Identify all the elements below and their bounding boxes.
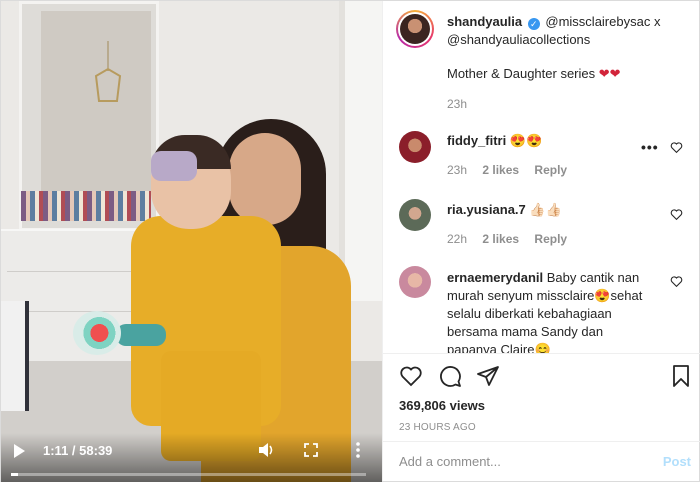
caption: shandyaulia ✓ @missclairebysac x @shandy… (447, 13, 687, 49)
caption-mention-2[interactable]: @shandyauliacollections (447, 32, 590, 47)
comment-3-username[interactable]: ernaemerydanil (447, 270, 543, 285)
caption-mention-1[interactable]: @missclairebysac x (545, 14, 660, 29)
like-comment-heart-icon[interactable] (670, 141, 683, 154)
comment-1-meta: 23h 2 likes Reply (447, 163, 700, 177)
comment-2-meta: 22h 2 likes Reply (447, 232, 700, 246)
comment-3-line1: Baby cantik nan (546, 270, 640, 285)
post-actions: 369,806 views 23 HOURS AGO (383, 353, 700, 443)
comment-icon[interactable] (438, 364, 462, 388)
like-comment-heart-icon[interactable] (670, 208, 683, 221)
video-scene-books (21, 191, 151, 221)
comment-3-line4: bersama mama Sandy dan (447, 324, 604, 339)
comment-1: fiddy_fitri 😍😍 (447, 132, 637, 150)
share-icon[interactable] (476, 364, 500, 388)
video-player[interactable]: 1:11 / 58:39 (1, 1, 382, 482)
post-comments-area[interactable]: shandyaulia ✓ @missclairebysac x @shandy… (383, 1, 700, 353)
comment-2-reply[interactable]: Reply (534, 232, 567, 246)
comment-avatar[interactable] (399, 266, 431, 298)
like-comment-heart-icon[interactable] (670, 275, 683, 288)
video-scene-chandelier (94, 41, 122, 102)
comment-input[interactable]: Add a comment... (399, 454, 501, 469)
comment-3-line3: selalu diberkati kebahagiaan (447, 306, 612, 321)
comment-3: ernaemerydanil Baby cantik nan murah sen… (447, 269, 657, 353)
comment-2-text: 👍🏻👍🏻 (529, 202, 562, 217)
video-progress-bar[interactable] (11, 473, 366, 476)
comment-options-icon[interactable]: ••• (641, 139, 659, 155)
caption-username[interactable]: shandyaulia (447, 14, 522, 29)
fullscreen-icon[interactable] (304, 443, 318, 457)
video-scene-toy-rattle (73, 311, 121, 355)
post-comment-button[interactable]: Post (663, 454, 691, 469)
caption-timestamp[interactable]: 23h (447, 97, 467, 111)
comment-1-time[interactable]: 23h (447, 163, 467, 177)
caption-hearts: ❤❤ (598, 66, 621, 81)
comment-avatar[interactable] (399, 199, 431, 231)
comment-1-reply[interactable]: Reply (534, 163, 567, 177)
video-frame (1, 1, 382, 482)
caption-time: 23h (447, 97, 700, 111)
comment-1-username[interactable]: fiddy_fitri (447, 133, 506, 148)
video-scene-mother-face (229, 133, 301, 225)
comment-2-username[interactable]: ria.yusiana.7 (447, 202, 526, 217)
verified-badge-icon: ✓ (527, 18, 540, 30)
video-current-time: 1:11 (43, 443, 69, 458)
caption-text: Mother & Daughter series ❤❤ (447, 65, 687, 83)
save-bookmark-icon[interactable] (669, 364, 693, 388)
volume-icon[interactable] (257, 441, 275, 459)
video-scene-toy-handle (116, 324, 166, 346)
play-icon[interactable] (14, 444, 25, 458)
caption-body: Mother & Daughter series (447, 66, 596, 81)
post-side-panel: shandyaulia ✓ @missclairebysac x @shandy… (382, 1, 700, 481)
comment-3-line5: papanya Claire😊 (447, 342, 551, 353)
video-scene-chair (1, 301, 29, 411)
video-scene-window (339, 1, 382, 301)
instagram-post-embed: 1:11 / 58:39 shandyaulia ✓ @missclaireby… (0, 0, 700, 482)
author-avatar[interactable] (396, 10, 434, 48)
comment-avatar[interactable] (399, 131, 431, 163)
video-scene-hair-bow (151, 151, 197, 181)
comment-2-time[interactable]: 22h (447, 232, 467, 246)
post-date[interactable]: 23 HOURS AGO (399, 422, 476, 433)
more-options-icon[interactable] (353, 441, 363, 459)
comment-1-text: 😍😍 (509, 133, 543, 148)
view-count[interactable]: 369,806 views (399, 398, 485, 413)
video-time: 1:11 / 58:39 (43, 443, 112, 458)
comment-3-line2: murah senyum missclaire😍sehat (447, 288, 643, 303)
like-heart-icon[interactable] (399, 364, 423, 388)
comment-input-bar: Add a comment... Post (383, 441, 700, 481)
comment-2: ria.yusiana.7 👍🏻👍🏻 (447, 201, 647, 219)
comment-2-likes[interactable]: 2 likes (482, 232, 519, 246)
video-time-separator: / (68, 443, 80, 458)
video-progress-fill (11, 473, 19, 476)
video-duration: 58:39 (79, 443, 113, 458)
comment-1-likes[interactable]: 2 likes (482, 163, 519, 177)
